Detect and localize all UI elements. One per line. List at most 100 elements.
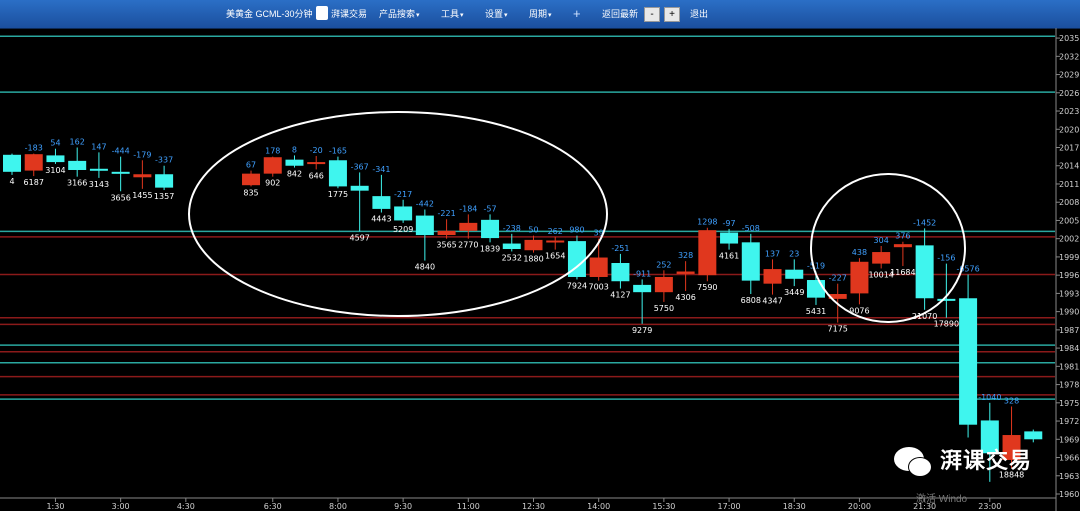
price-tick-label: 2002: [1059, 235, 1079, 244]
delta-label: -217: [394, 190, 412, 199]
candle-body: [437, 230, 456, 236]
top-toolbar: 美黄金 GCML-30分钟 湃课交易 产品搜索 工具 设置 周期 + 返回最新 …: [0, 0, 1080, 29]
volume-label: 5750: [654, 304, 674, 313]
candle-body: [394, 206, 413, 221]
candle-body: [328, 160, 347, 187]
volume-label: 4127: [610, 291, 630, 300]
candle-body: [741, 242, 760, 281]
delta-label: 376: [895, 232, 910, 241]
logo-text: 湃课交易: [331, 9, 368, 19]
price-tick-label: 2017: [1059, 144, 1079, 153]
crosshair-icon[interactable]: +: [573, 0, 581, 28]
exit-button[interactable]: 退出: [690, 0, 708, 28]
candle-body: [546, 240, 565, 243]
delta-label: -519: [807, 262, 825, 271]
candle-body: [307, 162, 326, 165]
price-tick-label: 2026: [1059, 89, 1079, 98]
candle-body: [459, 222, 478, 231]
delta-label: 162: [70, 138, 85, 147]
menu-settings[interactable]: 设置: [485, 0, 508, 28]
volume-label: 3166: [67, 179, 87, 188]
delta-label: 980: [569, 226, 584, 235]
volume-label: 4840: [415, 263, 435, 272]
volume-label: 5431: [806, 307, 826, 316]
time-tick-label: 1:30: [46, 502, 64, 511]
horizontal-lines: [0, 35, 1055, 400]
candle-body: [350, 185, 369, 191]
delta-label: 1298: [697, 218, 717, 227]
delta-label: 54: [50, 139, 60, 148]
candle-body: [263, 157, 282, 174]
candle-body: [111, 171, 130, 174]
menu-period[interactable]: 周期: [529, 0, 552, 28]
delta-label: -184: [459, 204, 477, 213]
volume-label: 9279: [632, 326, 652, 335]
delta-label: 137: [765, 249, 780, 258]
delta-label: 328: [678, 251, 693, 260]
highlight-ellipse: [810, 173, 966, 323]
time-tick-label: 23:00: [978, 502, 1001, 511]
volume-label: 3656: [110, 193, 130, 202]
candle-body: [937, 298, 956, 301]
volume-label: 7924: [567, 281, 587, 290]
price-tick-label: 2032: [1059, 52, 1079, 61]
delta-label: -183: [25, 144, 43, 153]
candle-body: [89, 168, 108, 171]
volume-label: 4: [9, 177, 14, 186]
candle-body: [611, 263, 630, 282]
volume-label: 6808: [741, 296, 761, 305]
candlestick-chart[interactable]: 4 -183 6187 54 3104 162 3166 147 3143 -444 3656 -17…: [0, 28, 1080, 511]
candle-body: [133, 174, 152, 178]
delta-label: -337: [155, 156, 173, 165]
delta-label: 262: [548, 227, 563, 236]
candle-body: [242, 173, 261, 186]
candle-body: [46, 155, 65, 163]
price-axis: 2035 2032 2029 2026 2023 2020 2017 2014 2011 2008…: [1055, 28, 1079, 511]
candle-body: [872, 252, 891, 264]
volume-label: 4597: [349, 233, 369, 242]
volume-label: 835: [243, 188, 258, 197]
delta-label: 304: [874, 236, 889, 245]
candle-body: [372, 196, 391, 209]
time-tick-label: 20:00: [848, 502, 871, 511]
delta-label: -20: [310, 146, 323, 155]
menu-tools[interactable]: 工具: [441, 0, 464, 28]
candle-body: [1024, 431, 1043, 440]
back-to-latest-button[interactable]: 返回最新: [602, 0, 638, 28]
candle-body: [3, 154, 21, 172]
volume-label: 1839: [480, 244, 500, 253]
delta-label: -156: [937, 254, 955, 263]
candle-body: [502, 243, 521, 250]
delta-label: -97: [723, 219, 736, 228]
candle-body: [959, 298, 978, 425]
delta-label: 8: [292, 145, 297, 154]
menu-product-search[interactable]: 产品搜索: [379, 0, 420, 28]
delta-label: -227: [829, 274, 847, 283]
candle-body: [676, 271, 695, 274]
candle-body: [698, 230, 717, 276]
candle-body: [285, 159, 304, 166]
delta-label: -367: [351, 162, 369, 171]
volume-label: 4306: [675, 293, 695, 302]
time-tick-label: 17:00: [718, 502, 741, 511]
volume-label: 1880: [523, 255, 543, 264]
time-tick-label: 15:30: [652, 502, 675, 511]
time-tick-label: 11:00: [457, 502, 480, 511]
delta-label: 147: [91, 142, 106, 151]
candle-body: [68, 160, 87, 170]
time-axis: 1:30 3:00 4:30 6:30 8:00 9:30 11:00 12:30 14:00 1…: [0, 497, 1056, 511]
delta-label: -57: [484, 204, 497, 213]
price-tick-label: 1981: [1059, 362, 1079, 371]
zoom-in-button[interactable]: +: [664, 7, 680, 22]
volume-label: 4443: [371, 215, 391, 224]
volume-label: 11684: [890, 268, 915, 277]
candle-body: [24, 154, 43, 171]
zoom-out-button[interactable]: -: [644, 7, 660, 22]
volume-label: 7175: [828, 325, 848, 334]
symbol-title: 美黄金 GCML-30分钟: [226, 9, 313, 19]
candle-body: [524, 239, 543, 251]
volume-label: 1775: [328, 190, 348, 199]
candle-body: [785, 269, 804, 279]
price-tick-label: 1999: [1059, 253, 1079, 262]
price-tick-label: 1972: [1059, 417, 1079, 426]
